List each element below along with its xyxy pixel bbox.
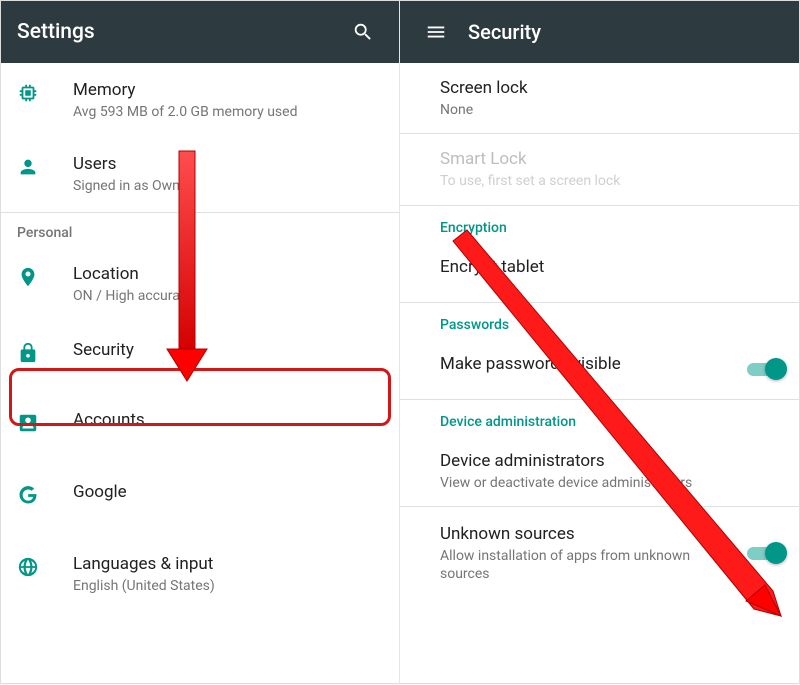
accounts-icon [17, 409, 73, 434]
settings-item-security[interactable]: Security [1, 321, 399, 393]
section-device-admin: Device administration [400, 400, 799, 436]
section-personal: Personal [1, 212, 399, 247]
item-title: Screen lock [440, 77, 783, 99]
settings-list: Memory Avg 593 MB of 2.0 GB memory used … [1, 63, 399, 683]
security-item-smart-lock: Smart Lock To use, first set a screen lo… [400, 134, 799, 204]
settings-item-memory[interactable]: Memory Avg 593 MB of 2.0 GB memory used [1, 63, 399, 137]
settings-item-accounts[interactable]: Accounts [1, 393, 399, 465]
section-passwords: Passwords [400, 303, 799, 339]
item-title: Location [73, 263, 383, 285]
item-title: Languages & input [73, 553, 383, 575]
user-icon [17, 153, 73, 178]
item-subtitle: To use, first set a screen lock [440, 172, 783, 190]
item-title: Users [73, 153, 383, 175]
search-icon[interactable] [343, 12, 383, 52]
security-list: Screen lock None Smart Lock To use, firs… [400, 63, 799, 683]
location-icon [17, 263, 73, 288]
item-subtitle: None [440, 101, 783, 119]
security-pane: Security Screen lock None Smart Lock To … [400, 1, 799, 683]
settings-item-google[interactable]: Google [1, 465, 399, 537]
settings-item-languages[interactable]: Languages & input English (United States… [1, 537, 399, 611]
lock-icon [17, 339, 73, 364]
item-title: Unknown sources [440, 523, 739, 545]
appbar-title-right: Security [468, 20, 541, 44]
item-title: Smart Lock [440, 148, 783, 170]
globe-icon [17, 553, 73, 578]
section-encryption: Encryption [400, 206, 799, 242]
appbar-left: Settings [1, 1, 399, 63]
memory-icon [17, 79, 73, 104]
appbar-title-left: Settings [17, 20, 343, 44]
security-item-encrypt[interactable]: Encrypt tablet [400, 242, 799, 302]
security-item-screen-lock[interactable]: Screen lock None [400, 63, 799, 133]
item-subtitle: ON / High accuracy [73, 287, 383, 305]
item-subtitle: Avg 593 MB of 2.0 GB memory used [73, 103, 383, 121]
item-title: Security [73, 339, 383, 361]
security-item-device-administrators[interactable]: Device administrators View or deactivate… [400, 436, 799, 506]
item-subtitle: View or deactivate device administrators [440, 474, 783, 492]
settings-pane: Settings Memory Avg 593 MB of 2.0 GB mem… [1, 1, 400, 683]
item-title: Make passwords visible [440, 353, 783, 375]
item-subtitle: Signed in as Owner [73, 177, 383, 195]
toggle-make-passwords-visible[interactable] [747, 358, 785, 380]
item-subtitle: English (United States) [73, 577, 383, 595]
item-title: Google [73, 481, 383, 503]
google-icon [17, 481, 73, 506]
item-subtitle: Allow installation of apps from unknown … [440, 547, 739, 583]
toggle-unknown-sources[interactable] [747, 542, 785, 564]
settings-item-users[interactable]: Users Signed in as Owner [1, 137, 399, 211]
item-title: Encrypt tablet [440, 256, 783, 278]
security-item-unknown-sources[interactable]: Unknown sources Allow installation of ap… [400, 507, 799, 599]
item-title: Accounts [73, 409, 383, 431]
security-item-make-passwords-visible[interactable]: Make passwords visible [400, 339, 799, 399]
hamburger-icon[interactable] [416, 12, 456, 52]
item-title: Memory [73, 79, 383, 101]
settings-item-location[interactable]: Location ON / High accuracy [1, 247, 399, 321]
item-title: Device administrators [440, 450, 783, 472]
appbar-right: Security [400, 1, 799, 63]
